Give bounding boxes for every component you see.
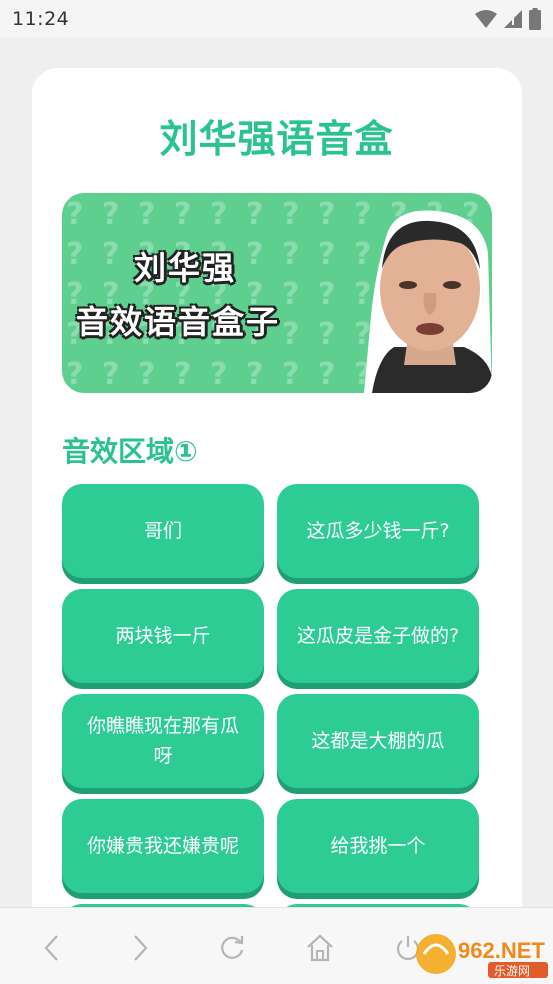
sound-button[interactable]: 这瓜多少钱一斤? — [277, 484, 479, 578]
back-button[interactable] — [30, 926, 74, 970]
home-icon — [307, 934, 333, 962]
question-mark-icon: ? — [318, 317, 336, 352]
question-mark-icon: ? — [210, 357, 228, 392]
sound-button[interactable]: 给我挑一个 — [277, 799, 479, 893]
banner-line-1: 刘华强 — [134, 249, 237, 287]
question-mark-icon: ? — [66, 357, 84, 392]
question-mark-icon: ? — [66, 237, 84, 272]
banner-line-2: 音效语音盒子 — [76, 303, 281, 341]
question-mark-icon: ? — [282, 317, 300, 352]
question-mark-icon: ? — [174, 197, 192, 232]
question-mark-icon: ? — [138, 197, 156, 232]
sound-button[interactable]: 这都是大棚的瓜 — [277, 694, 479, 788]
status-icons — [475, 8, 541, 30]
question-mark-icon: ? — [102, 237, 120, 272]
question-mark-icon: ? — [174, 357, 192, 392]
section-title: 音效区域① — [62, 435, 198, 468]
sound-button[interactable]: 哥们 — [62, 484, 264, 578]
forward-icon — [134, 935, 148, 961]
screen: 11:24 刘华强语音盒 ???????????????????????????… — [0, 0, 553, 984]
status-bar: 11:24 — [0, 0, 553, 38]
sound-button[interactable]: 你瞧瞧现在那有瓜呀 — [62, 694, 264, 788]
watermark-brand: 962.NET — [458, 938, 545, 963]
question-mark-icon: ? — [282, 237, 300, 272]
question-mark-icon: ? — [102, 197, 120, 232]
question-mark-icon: ? — [246, 197, 264, 232]
question-mark-icon: ? — [282, 197, 300, 232]
home-button[interactable] — [298, 926, 342, 970]
refresh-icon — [221, 936, 244, 959]
forward-button[interactable] — [118, 926, 162, 970]
question-mark-icon: ? — [318, 197, 336, 232]
question-mark-icon: ? — [318, 277, 336, 312]
question-mark-icon: ? — [318, 357, 336, 392]
banner-image: ????????????????????????????????????????… — [62, 193, 492, 393]
question-mark-icon: ? — [138, 357, 156, 392]
watermark-sub: 乐游网 — [494, 964, 530, 978]
question-mark-icon: ? — [282, 357, 300, 392]
battery-icon — [529, 8, 541, 30]
back-icon — [44, 935, 58, 961]
question-mark-icon: ? — [66, 197, 84, 232]
portrait-image — [364, 210, 492, 393]
status-time: 11:24 — [12, 8, 70, 30]
sound-button[interactable]: 你嫌贵我还嫌贵呢 — [62, 799, 264, 893]
question-mark-icon: ? — [102, 357, 120, 392]
question-mark-icon: ? — [246, 237, 264, 272]
question-mark-icon: ? — [210, 197, 228, 232]
refresh-button[interactable] — [210, 926, 254, 970]
question-mark-icon: ? — [282, 277, 300, 312]
question-mark-icon: ? — [246, 357, 264, 392]
page-title: 刘华强语音盒 — [159, 117, 394, 161]
question-mark-icon: ? — [318, 237, 336, 272]
watermark-logo: 962.NET 乐游网 — [416, 934, 548, 978]
sound-button[interactable]: 这瓜皮是金子做的? — [277, 589, 479, 683]
sound-button[interactable]: 两块钱一斤 — [62, 589, 264, 683]
wifi-icon — [475, 10, 497, 28]
signal-icon — [504, 10, 522, 28]
